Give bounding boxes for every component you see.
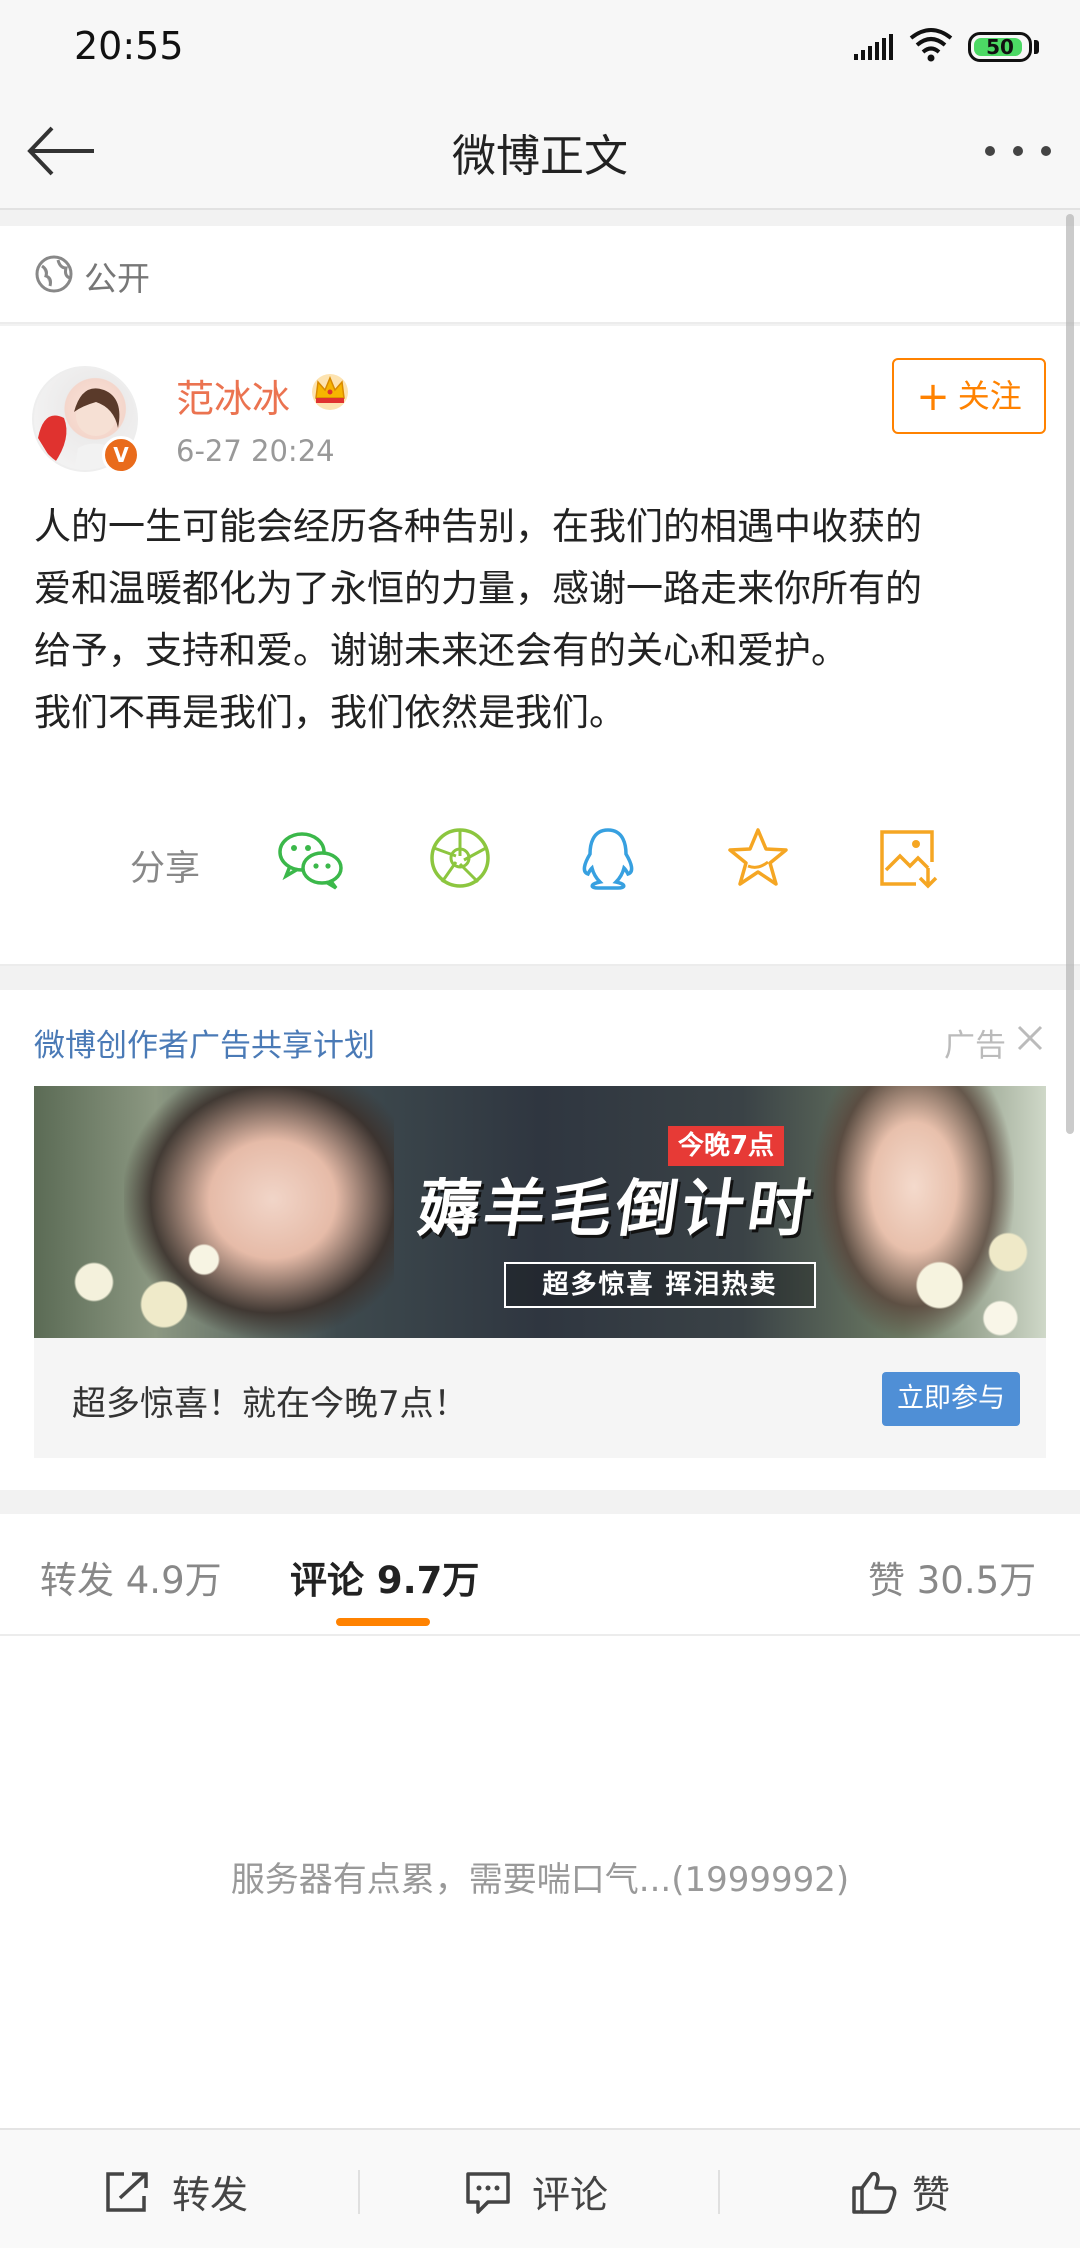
- share-row: 分享: [0, 806, 1080, 916]
- comment-icon: [464, 2170, 512, 2218]
- toolbar-divider: [718, 2170, 720, 2214]
- ad-tag: 广告: [944, 1028, 1006, 1064]
- nav-bar: 微博正文: [0, 96, 1080, 210]
- battery-tip: [1034, 40, 1039, 54]
- wifi-icon: [908, 26, 954, 66]
- repost-label: 转发: [172, 2173, 249, 2217]
- follow-button[interactable]: + 关注: [892, 358, 1046, 434]
- save-image-icon[interactable]: [876, 826, 940, 894]
- tab-comments[interactable]: 评论 9.7万: [290, 1550, 479, 1604]
- ad-footer[interactable]: 超多惊喜！就在今晚7点！ 立即参与: [34, 1338, 1046, 1458]
- globe-icon: [34, 254, 74, 298]
- close-icon[interactable]: [1016, 1024, 1044, 1056]
- battery-icon: 50: [968, 32, 1032, 62]
- comment-label: 评论: [532, 2173, 609, 2217]
- comments-area: 服务器有点累，需要喘口气...(1999992): [0, 1636, 1080, 2128]
- status-bar: 20:55 50: [0, 0, 1080, 96]
- cellular-signal-icon: [852, 30, 896, 66]
- ad-flowers-right: [894, 1206, 1046, 1338]
- like-button[interactable]: 赞: [846, 2130, 1080, 2248]
- post-body-line: 我们不再是我们，我们依然是我们。: [34, 691, 626, 734]
- more-button[interactable]: [980, 136, 1060, 166]
- join-button[interactable]: 立即参与: [882, 1372, 1020, 1426]
- wechat-icon[interactable]: [276, 826, 346, 896]
- favorite-icon[interactable]: [726, 826, 790, 894]
- interaction-tabs: 转发 4.9万 评论 9.7万 赞 30.5万: [0, 1514, 1080, 1636]
- battery-level: 50: [986, 35, 1014, 59]
- ad-headline: 薅羊毛倒计时: [412, 1172, 820, 1245]
- post-body: 人的一生可能会经历各种告别，在我们的相遇中收获的 爱和温暖都化为了永恒的力量，感…: [34, 496, 1054, 744]
- share-out-icon: [104, 2170, 152, 2218]
- crown-icon[interactable]: [308, 370, 352, 414]
- tab-reposts[interactable]: 转发 4.9万: [40, 1550, 222, 1604]
- weibo-post: V 范冰冰 6-27 20:24 + 关注 人的一生可能会经历各种告别，在我们的相…: [0, 326, 1080, 966]
- moments-icon[interactable]: [428, 826, 492, 894]
- post-body-line: 人的一生可能会经历各种告别，在我们的相遇中收获的: [34, 505, 922, 548]
- scrollbar[interactable]: [1066, 214, 1074, 1134]
- thumbs-up-icon: [850, 2170, 898, 2220]
- visibility-label: 公开: [84, 259, 150, 298]
- post-time: 6-27 20:24: [176, 434, 335, 468]
- verified-badge: V: [102, 436, 140, 474]
- more-dots-icon: [985, 146, 1051, 156]
- plus-icon: +: [916, 374, 950, 420]
- avatar[interactable]: V: [32, 366, 140, 474]
- username[interactable]: 范冰冰: [176, 368, 290, 423]
- ad-banner[interactable]: 今晚7点 薅羊毛倒计时 超多惊喜 挥泪热卖: [34, 1086, 1046, 1338]
- ad-flowers-left: [34, 1226, 234, 1338]
- follow-label: 关注: [957, 377, 1022, 415]
- page-title: 微博正文: [452, 131, 628, 182]
- ad-title[interactable]: 微博创作者广告共享计划: [34, 1020, 375, 1065]
- ad-footer-text: 超多惊喜！就在今晚7点！: [72, 1384, 468, 1424]
- like-label: 赞: [912, 2173, 951, 2217]
- ad-section: 微博创作者广告共享计划 广告 今晚7点 薅羊毛倒计时 超多惊喜 挥泪热卖 超多惊…: [0, 990, 1080, 1490]
- toolbar-divider: [358, 2170, 360, 2214]
- post-body-line: 爱和温暖都化为了永恒的力量，感谢一路走来你所有的: [34, 567, 922, 610]
- share-label: 分享: [130, 849, 201, 889]
- repost-button[interactable]: 转发: [96, 2130, 396, 2248]
- tab-likes[interactable]: 赞 30.5万: [868, 1550, 1036, 1604]
- active-tab-indicator: [336, 1618, 430, 1626]
- ad-badge: 今晚7点: [668, 1126, 784, 1166]
- visibility-row: 公开: [0, 226, 1080, 324]
- error-message: 服务器有点累，需要喘口气...(1999992): [230, 1860, 850, 1900]
- post-body-line: 给予，支持和爱。谢谢未来还会有的关心和爱护。: [34, 629, 848, 672]
- bottom-toolbar: 转发 评论 赞: [0, 2128, 1080, 2248]
- ad-subheadline: 超多惊喜 挥泪热卖: [504, 1262, 816, 1308]
- comment-button[interactable]: 评论: [458, 2130, 758, 2248]
- status-time: 20:55: [74, 24, 184, 68]
- qq-icon[interactable]: [578, 826, 638, 896]
